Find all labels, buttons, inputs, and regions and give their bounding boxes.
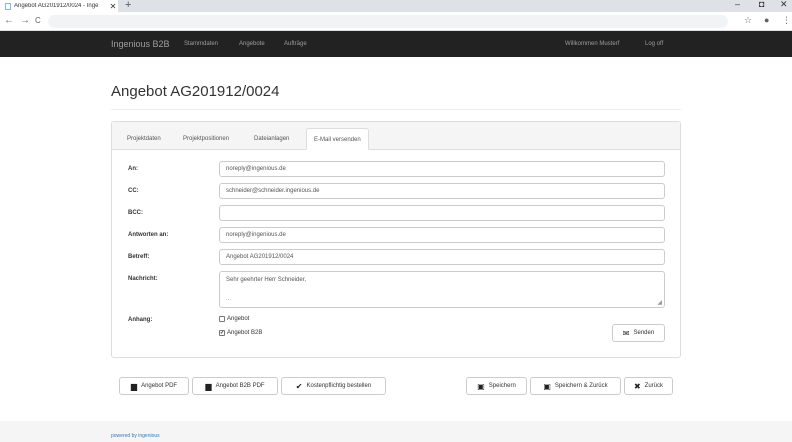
message-ellipsis: ... [226, 296, 232, 302]
nav-logout-link[interactable]: Log off [645, 41, 663, 47]
nav-link-angebote[interactable]: Angebote [239, 41, 265, 47]
tab-projektdaten[interactable]: Projektdaten [120, 128, 168, 150]
restore-icon[interactable]: ◘ [759, 0, 764, 9]
close-x-icon: ✖ [633, 381, 641, 391]
bcc-field[interactable] [219, 205, 665, 221]
to-field[interactable]: noreply@ingenious.de [219, 161, 665, 177]
check-icon: ✔ [295, 381, 303, 391]
forward-arrow-icon[interactable]: → [20, 15, 30, 26]
order-button[interactable]: ✔ Kostenpflichtig bestellen [281, 377, 386, 395]
address-bar[interactable] [48, 15, 728, 28]
bcc-label: BCC: [128, 210, 143, 216]
browser-menu-icon[interactable]: ⋮ [782, 15, 791, 26]
brand-link[interactable]: Ingenious B2B [111, 39, 170, 49]
offer-panel: Projektdaten Projektpositionen Dateianla… [111, 121, 681, 358]
reply-to-label: Antworten an: [128, 232, 169, 238]
message-textarea[interactable]: Sehr geehrter Herr Schneider, ... ◢ [219, 271, 665, 308]
order-label: Kostenpflichtig bestellen [306, 383, 372, 389]
message-label: Nachricht: [128, 276, 158, 282]
message-text: Sehr geehrter Herr Schneider, [226, 277, 307, 283]
offer-pdf-button[interactable]: ▆ Angebot PDF [119, 377, 189, 395]
printer-icon: ▆ [205, 381, 212, 391]
title-divider [111, 109, 681, 110]
back-label: Zurück [644, 383, 664, 389]
subject-label: Betreff: [128, 254, 150, 260]
save-label: Speichern [488, 383, 516, 389]
app-navbar: Ingenious B2B Stammdaten Angebote Aufträ… [0, 31, 792, 57]
subject-field[interactable]: Angebot AG201912/0024 [219, 249, 665, 265]
save-button[interactable]: ▣ Speichern [466, 377, 527, 395]
tab-email-versenden[interactable]: E-Mail versenden [306, 128, 369, 150]
bookmark-star-icon[interactable]: ☆ [744, 15, 752, 26]
save-and-back-label: Speichern & Zurück [554, 383, 608, 389]
attach-angebot-checkbox[interactable] [219, 316, 225, 322]
cc-label: CC: [128, 188, 139, 194]
offer-b2b-pdf-label: Angebot B2B PDF [215, 383, 265, 389]
reply-to-field[interactable]: noreply@ingenious.de [219, 227, 665, 243]
printer-icon: ▆ [130, 381, 138, 391]
attach-angebot-b2b-option[interactable]: ✔ Angebot B2B [219, 330, 262, 336]
browser-tab[interactable]: Angebot AG201912/0024 - Inge ✕ [0, 0, 118, 12]
attach-angebot-option[interactable]: Angebot [219, 316, 249, 322]
attach-angebot-b2b-checkbox[interactable]: ✔ [219, 330, 225, 336]
page-title: Angebot AG201912/0024 [111, 83, 280, 100]
close-tab-icon[interactable]: ✕ [108, 2, 118, 11]
page-favicon-icon [5, 2, 11, 10]
powered-by-link[interactable]: powered by ingenious [111, 433, 160, 439]
back-button[interactable]: ✖ Zurück [624, 377, 673, 395]
window-close-icon[interactable]: ✕ [780, 0, 788, 10]
tab-projektpositionen[interactable]: Projektpositionen [176, 128, 236, 150]
browser-tab-title: Angebot AG201912/0024 - Inge [14, 3, 99, 9]
cc-field[interactable]: schneider@schneider.ingenious.de [219, 183, 665, 199]
back-arrow-icon[interactable]: ← [4, 15, 14, 26]
tab-dateianlagen[interactable]: Dateianlagen [247, 128, 296, 150]
resize-grip-icon[interactable]: ◢ [657, 299, 662, 306]
minimize-icon[interactable]: – [735, 0, 740, 9]
nav-link-stammdaten[interactable]: Stammdaten [184, 41, 218, 47]
offer-b2b-pdf-button[interactable]: ▆ Angebot B2B PDF [192, 377, 278, 395]
floppy-disk-icon: ▣ [543, 381, 551, 391]
page-footer: powered by ingenious [0, 421, 792, 442]
attach-angebot-b2b-label: Angebot B2B [227, 330, 263, 336]
attachment-label: Anhang: [128, 317, 153, 323]
floppy-disk-icon: ▣ [477, 381, 485, 391]
attach-angebot-label: Angebot [227, 316, 250, 322]
offer-pdf-label: Angebot PDF [141, 383, 178, 389]
envelope-icon: ✉ [622, 328, 630, 338]
save-and-back-button[interactable]: ▣ Speichern & Zurück [530, 377, 621, 395]
reload-icon[interactable]: C [35, 16, 41, 25]
panel-tabs: Projektdaten Projektpositionen Dateianla… [112, 122, 680, 150]
send-button[interactable]: ✉ Senden [612, 324, 665, 342]
browser-toolbar: ← → C ☆ ● ⋮ [0, 12, 792, 31]
to-label: An: [128, 166, 138, 172]
new-tab-icon[interactable]: + [125, 0, 131, 11]
profile-icon[interactable]: ● [764, 15, 769, 25]
nav-link-auftraege[interactable]: Aufträge [284, 41, 307, 47]
browser-tabstrip: Angebot AG201912/0024 - Inge ✕ + – ◘ ✕ [0, 0, 792, 12]
send-button-label: Senden [633, 330, 655, 336]
nav-welcome-user[interactable]: Willkommen Musterf [565, 41, 619, 47]
